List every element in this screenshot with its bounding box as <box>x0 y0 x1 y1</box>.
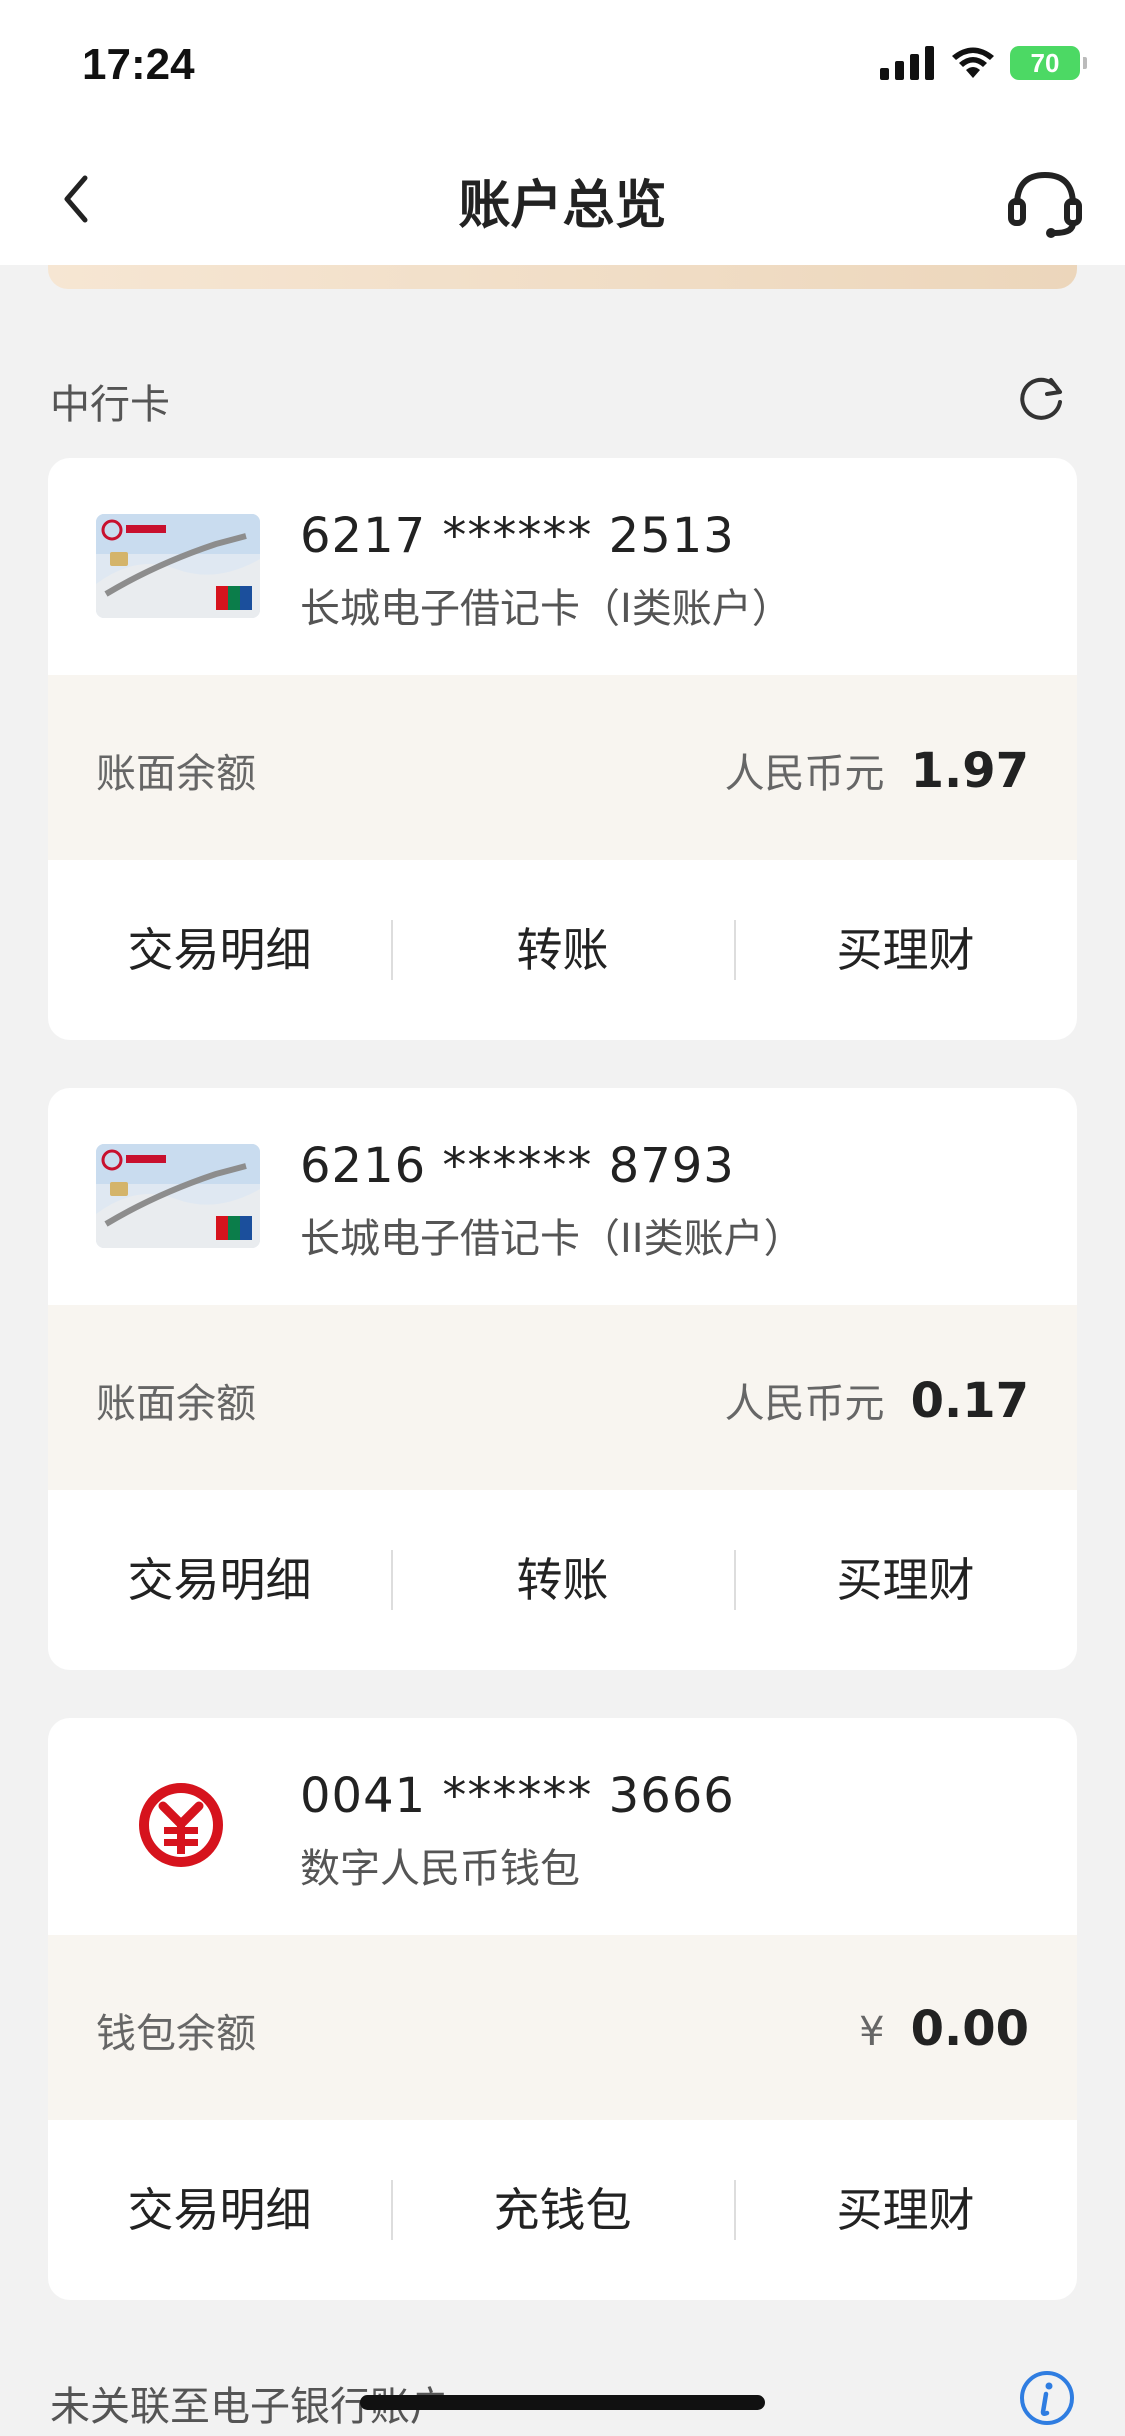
buy-wealth-button[interactable]: 买理财 <box>734 2180 1077 2240</box>
card-type: 长城电子借记卡（I类账户） <box>300 586 792 632</box>
top-up-wallet-button[interactable]: 充钱包 <box>391 2180 734 2240</box>
card-actions: 交易明细 充钱包 买理财 <box>48 2120 1077 2300</box>
card-actions: 交易明细 转账 买理财 <box>48 1490 1077 1670</box>
wifi-icon <box>952 47 994 78</box>
battery-level: 70 <box>1030 47 1060 78</box>
card-actions: 交易明细 转账 买理财 <box>48 860 1077 1040</box>
debit-card-image <box>96 1144 260 1248</box>
signal-icon <box>880 46 934 80</box>
balance-label: 账面余额 <box>96 1381 256 1427</box>
balance-row: 账面余额 人民币元 0.17 <box>48 1305 1077 1490</box>
wallet-number: 0041 ****** 3666 <box>300 1768 735 1824</box>
balance-amount: 0.17 <box>910 1373 1029 1429</box>
wallet-type: 数字人民币钱包 <box>300 1846 580 1892</box>
info-icon[interactable] <box>1019 2370 1075 2426</box>
page-title: 账户总览 <box>458 176 667 236</box>
status-icons: 70 <box>880 46 1087 80</box>
home-indicator <box>360 2395 765 2410</box>
transaction-details-button[interactable]: 交易明细 <box>48 1550 391 1610</box>
status-bar: 17:24 70 <box>0 0 1125 135</box>
balance-amount: 0.00 <box>910 2001 1029 2057</box>
transaction-details-button[interactable]: 交易明细 <box>48 2180 391 2240</box>
balance-label: 钱包余额 <box>96 2011 256 2057</box>
ecny-logo-icon <box>139 1783 223 1867</box>
transfer-button[interactable]: 转账 <box>391 920 734 980</box>
status-time: 17:24 <box>82 40 195 89</box>
transaction-details-button[interactable]: 交易明细 <box>48 920 391 980</box>
wallet-card: 0041 ****** 3666 数字人民币钱包 钱包余额 ¥ 0.00 交易明… <box>48 1718 1077 2300</box>
buy-wealth-button[interactable]: 买理财 <box>734 920 1077 980</box>
balance-row: 钱包余额 ¥ 0.00 <box>48 1935 1077 2120</box>
card-type: 长城电子借记卡（II类账户） <box>300 1216 804 1262</box>
balance-row: 账面余额 人民币元 1.97 <box>48 675 1077 860</box>
buy-wealth-button[interactable]: 买理财 <box>734 1550 1077 1610</box>
balance-label: 账面余额 <box>96 751 256 797</box>
card-header[interactable]: 6217 ****** 2513 长城电子借记卡（I类账户） <box>48 458 1077 675</box>
customer-service-button[interactable] <box>1005 163 1085 243</box>
balance-currency: 人民币元 <box>724 751 885 797</box>
headset-icon <box>1008 171 1082 238</box>
card-number: 6217 ****** 2513 <box>300 508 735 564</box>
card-header[interactable]: 0041 ****** 3666 数字人民币钱包 <box>48 1718 1077 1935</box>
card-number: 6216 ****** 8793 <box>300 1138 735 1194</box>
battery-icon: 70 <box>1010 46 1087 80</box>
account-card: 6216 ****** 8793 长城电子借记卡（II类账户） 账面余额 人民币… <box>48 1088 1077 1670</box>
balance-amount: 1.97 <box>910 743 1029 799</box>
nav-bar: 账户总览 <box>0 135 1125 265</box>
balance-currency: ¥ <box>859 2009 885 2055</box>
refresh-icon[interactable] <box>1015 372 1067 424</box>
promo-banner-edge[interactable] <box>48 265 1077 289</box>
account-card: 6217 ****** 2513 长城电子借记卡（I类账户） 账面余额 人民币元… <box>48 458 1077 1040</box>
debit-card-image <box>96 514 260 618</box>
transfer-button[interactable]: 转账 <box>391 1550 734 1610</box>
card-header[interactable]: 6216 ****** 8793 长城电子借记卡（II类账户） <box>48 1088 1077 1305</box>
section-title: 中行卡 <box>50 382 170 428</box>
balance-currency: 人民币元 <box>724 1381 885 1427</box>
